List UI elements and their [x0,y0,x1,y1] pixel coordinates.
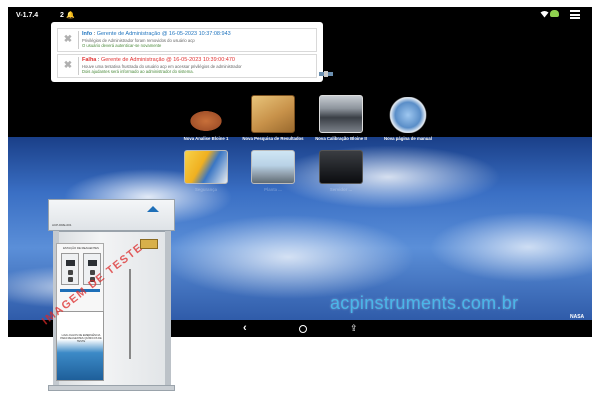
version-label: V-1.7.4 [16,12,39,19]
notification-header: Info : Gerente de Administração @ 16-05-… [82,31,231,37]
app-manual-page[interactable]: Nova página de manual [371,97,445,141]
network-globe-icon [386,97,430,133]
worker-helmet-icon [184,150,228,184]
app-server[interactable]: Servidor ... [304,150,378,192]
app-label: Nova Pesquisa de Resultados [242,136,304,141]
notification-kind: Falha [82,57,97,63]
bell-icon[interactable]: 🔔 [66,11,75,19]
back-icon[interactable]: ‹ [243,322,247,334]
instruction-poster: LAVA-OLHOS DE EMERGÊNCIA PARA REAGENTES … [56,311,104,381]
menu-icon[interactable] [570,10,580,19]
app-label: Nova página de manual [384,136,432,141]
cloud-icon [550,10,559,17]
pull-rod [129,269,131,359]
notification-source: Gerente de Administração [96,31,161,37]
app-new-analysis[interactable]: Nova Analise Bloine 1 [169,97,243,141]
app-label: Segurança [195,187,217,192]
dispenser-screen [88,260,97,266]
cabinet-top: ACP-DRE-001 [48,199,175,231]
notification-info[interactable]: ✖ Info : Gerente de Administração @ 16-0… [57,28,317,52]
dispenser-button [68,277,73,282]
dispenser-button [68,270,73,275]
notification-timestamp: @ 16-05-2023 10:39:00:470 [166,57,235,63]
close-icon[interactable]: ✖ [62,34,74,45]
notification-panel: ✖ Info : Gerente de Administração @ 16-0… [51,22,323,82]
cabinet-floor [48,385,175,391]
close-icon[interactable]: ✖ [62,60,74,71]
notification-timestamp: @ 16-05-2023 10:37:08:943 [161,31,231,37]
cabinet-tag: ACP-DRE-001 [52,223,72,227]
share-icon[interactable]: ⇪ [350,323,358,334]
tablet-screenshot: V-1.7.4 2 🔔 ✖ Info : Gerente de Administ… [0,0,600,400]
app-label: Nova Calibração Bloine II [315,136,367,141]
brand-logo-icon [147,206,159,212]
website-watermark: acpinstruments.com.br [330,293,519,313]
app-results-search[interactable]: Nova Pesquisa de Resultados [236,95,310,141]
control-room-icon [319,95,363,133]
cabinet-right-wall [165,231,171,387]
divider [78,31,79,49]
poster-text: LAVA-OLHOS DE EMERGÊNCIA PARA REAGENTES … [60,334,102,344]
home-icon[interactable] [299,325,307,333]
factory-icon [251,150,295,184]
app-label: Nova Analise Bloine 1 [183,136,229,141]
server-rack-icon [319,150,363,184]
dispenser-unit [61,253,79,285]
notification-failure[interactable]: ✖ Falha : Gerente de Administração @ 16-… [57,54,317,78]
dispenser-screen [66,260,75,266]
powder-pile-icon [184,97,228,133]
notification-count[interactable]: 2 [60,12,64,19]
app-plant[interactable]: Planta ... [236,150,310,192]
satellite-icon [319,67,333,79]
app-safety[interactable]: Segurança [169,150,243,192]
app-label: Servidor ... [329,187,353,192]
notification-detail: Dois ajudantes será informado ao adminis… [82,69,194,74]
divider [78,57,79,75]
notification-detail: O usuário deverá autenticar-se novamente [82,43,162,48]
panel-title: ESTAÇÃO DE REAGENTES [63,246,99,250]
app-label: Planta ... [264,187,282,192]
wifi-icon [540,10,549,20]
notification-header: Falha : Gerente de Administração @ 16-05… [82,57,235,63]
cardboard-box-icon [251,95,295,133]
notification-source: Gerente de Administração [100,57,165,63]
notification-kind: Info [82,31,93,37]
app-new-calibration[interactable]: Nova Calibração Bloine II [304,95,378,141]
